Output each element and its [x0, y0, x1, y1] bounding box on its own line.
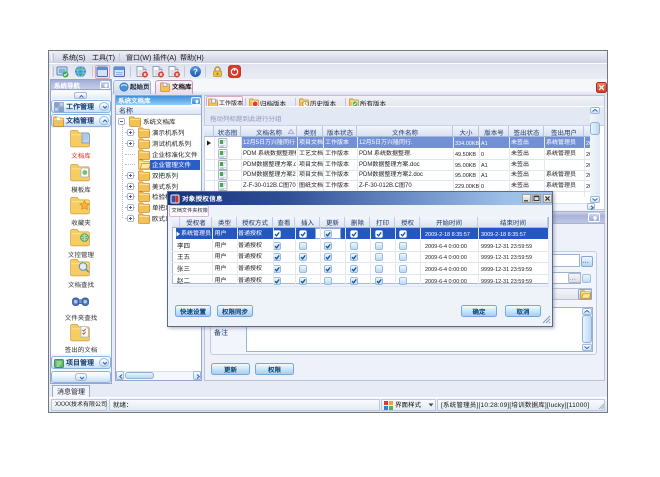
svg-text:?: ? — [193, 67, 198, 76]
